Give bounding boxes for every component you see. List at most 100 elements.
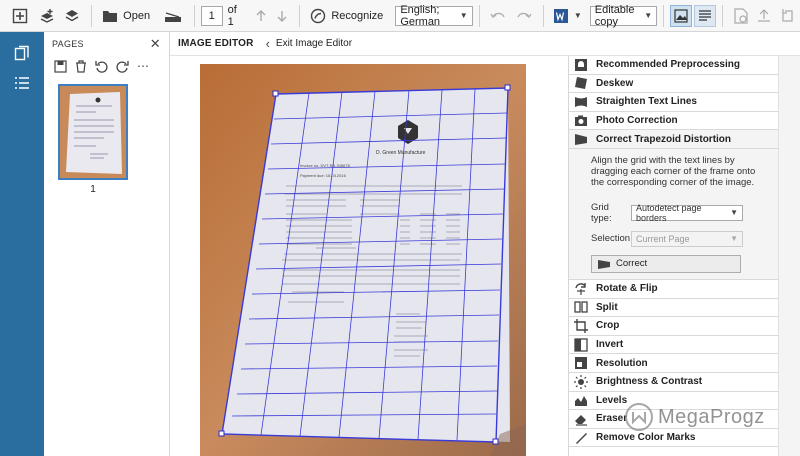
save-button[interactable] (776, 4, 800, 28)
text-view-button[interactable] (693, 4, 716, 27)
correct-button[interactable]: Correct (591, 254, 741, 273)
close-icon[interactable]: ✕ (150, 36, 161, 52)
preprocessing-icon (573, 57, 589, 73)
tool-straighten-text-lines[interactable]: Straighten Text Lines (569, 93, 778, 112)
undo-button[interactable] (486, 4, 512, 28)
add-layer-button[interactable] (34, 4, 60, 28)
image-editor-title: IMAGE EDITOR (178, 38, 254, 49)
resolution-icon (573, 355, 589, 371)
image-icon (674, 8, 688, 23)
rotate-flip-icon (573, 281, 589, 297)
watermark-text: MegaProgz (658, 405, 765, 428)
image-tools-panel: Recommended Preprocessing Deskew Straigh… (568, 56, 778, 456)
trapezoid-icon (598, 259, 610, 269)
tool-split[interactable]: Split (569, 299, 778, 318)
selection-row: Selection: Current Page ▼ (591, 230, 778, 247)
tool-brightness-contrast[interactable]: Brightness & Contrast (569, 373, 778, 392)
trash-icon[interactable] (75, 59, 87, 73)
arrow-down-icon (277, 10, 287, 22)
tool-rotate-flip-label: Rotate & Flip (596, 283, 658, 295)
trapezoid-description: Align the grid with the text lines by dr… (591, 154, 756, 188)
toolbar-separator (721, 4, 723, 27)
language-select[interactable]: English; German ▼ (395, 4, 473, 28)
tool-levels-label: Levels (596, 394, 628, 406)
crop-icon (573, 318, 589, 334)
rotate-right-icon[interactable] (116, 60, 129, 73)
left-navigation (0, 32, 44, 456)
straighten-icon (573, 94, 589, 110)
save-page-icon[interactable] (54, 59, 67, 73)
output-mode-value: Editable copy (594, 3, 635, 28)
split-icon (573, 299, 589, 315)
export-button[interactable] (752, 4, 776, 28)
document-company-name: D. Green Manufacture (376, 150, 426, 156)
pages-title: PAGES (52, 39, 84, 49)
tool-rotate-flip[interactable]: Rotate & Flip (569, 280, 778, 299)
tool-recommended-preprocessing[interactable]: Recommended Preprocessing (569, 56, 778, 75)
more-icon[interactable]: ⋯ (137, 59, 150, 73)
tool-resolution[interactable]: Resolution (569, 354, 778, 373)
prev-page-button[interactable] (272, 4, 294, 28)
document-check-icon (733, 7, 748, 24)
selection-select[interactable]: Current Page ▼ (631, 230, 743, 247)
watermark: MegaProgz (624, 402, 765, 432)
next-page-button[interactable] (250, 4, 272, 28)
pages-header: PAGES ✕ (44, 32, 169, 56)
toolbar-separator (91, 4, 93, 27)
tool-correct-trapezoid-distortion[interactable]: Correct Trapezoid Distortion (569, 130, 778, 149)
grid-type-label: Grid type: (591, 201, 612, 224)
pages-toolbar: ⋯ (44, 56, 169, 76)
deskew-icon (573, 75, 589, 91)
word-icon (553, 8, 568, 23)
tool-remove-color-marks-label: Remove Color Marks (596, 432, 696, 444)
tools-panel-scrollbar[interactable] (778, 56, 800, 456)
tool-straighten-text-lines-label: Straighten Text Lines (596, 96, 697, 108)
watermark-logo-icon (625, 403, 653, 431)
recognize-label: Recognize (331, 9, 384, 22)
chevron-down-icon[interactable]: ▼ (574, 11, 582, 20)
selection-value: Current Page (636, 233, 690, 244)
image-canvas[interactable]: D. Green Manufacture Invoice no. DVT-RA-… (170, 56, 568, 456)
tool-invert[interactable]: Invert (569, 336, 778, 355)
rotate-left-icon[interactable] (95, 60, 108, 73)
toolbar-separator (663, 4, 665, 27)
tool-deskew[interactable]: Deskew (569, 75, 778, 94)
verify-button[interactable] (729, 4, 753, 28)
send-to-word-button[interactable] (550, 4, 572, 28)
recognize-button[interactable]: Recognize (306, 4, 387, 28)
redo-button[interactable] (511, 4, 537, 28)
tool-deskew-label: Deskew (596, 77, 634, 89)
grid-type-row: Grid type: Autodetect page borders ▼ (591, 202, 778, 224)
trapezoid-options: Align the grid with the text lines by dr… (569, 148, 778, 280)
document-photo: D. Green Manufacture Invoice no. DVT-RA-… (200, 64, 526, 456)
chevron-down-icon: ▼ (730, 208, 738, 218)
tool-photo-correction[interactable]: Photo Correction (569, 112, 778, 131)
page-thumbnail[interactable] (58, 84, 128, 180)
brightness-icon (573, 374, 589, 390)
document-photo-svg: D. Green Manufacture Invoice no. DVT-RA-… (200, 64, 526, 456)
image-view-button[interactable] (670, 4, 692, 27)
new-task-button[interactable] (6, 4, 34, 28)
undo-icon (490, 12, 506, 18)
text-lines-icon (698, 9, 711, 21)
exit-image-editor-label: Exit Image Editor (275, 38, 353, 49)
pages-icon (14, 45, 29, 61)
grid-type-select[interactable]: Autodetect page borders ▼ (631, 202, 743, 223)
layers-icon (65, 9, 79, 21)
grid-type-value: Autodetect page borders (636, 202, 702, 223)
tool-invert-label: Invert (596, 339, 624, 351)
remove-color-icon (573, 430, 589, 446)
outline-nav-button[interactable] (0, 68, 44, 98)
chevron-down-icon: ▼ (730, 234, 738, 244)
scan-button[interactable] (158, 4, 188, 28)
folder-icon (103, 10, 118, 22)
output-mode-select[interactable]: Editable copy ▼ (589, 3, 658, 28)
open-button[interactable]: Open (98, 4, 154, 28)
toolbar-separator (299, 4, 301, 27)
tool-crop[interactable]: Crop (569, 317, 778, 336)
exit-image-editor-button[interactable]: ‹ Exit Image Editor (266, 36, 353, 51)
layers-button[interactable] (59, 4, 85, 28)
page-number-input[interactable]: 1 (200, 5, 223, 26)
pages-nav-button[interactable] (0, 38, 44, 68)
open-label: Open (123, 9, 151, 22)
